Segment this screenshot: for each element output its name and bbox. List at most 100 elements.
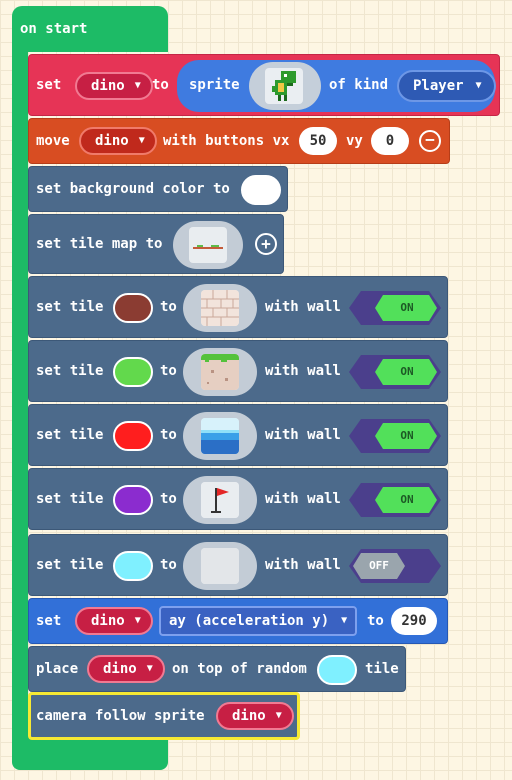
wall-toggle[interactable]: ON	[349, 483, 441, 517]
set-tile-label: set tile	[36, 363, 104, 379]
to-label: to	[160, 427, 177, 443]
set-tile-label: set tile	[36, 427, 104, 443]
on-start-spine	[12, 44, 28, 744]
chevron-down-icon: ▼	[138, 135, 145, 146]
with-wall-label: with wall	[265, 363, 341, 379]
with-wall-label: with wall	[265, 427, 341, 443]
chevron-down-icon: ▼	[341, 615, 348, 626]
set-tile-label: set tile	[36, 491, 104, 507]
wall-toggle[interactable]: OFF	[349, 549, 441, 583]
wall-toggle-state: ON	[400, 365, 414, 378]
set-tile-block[interactable]: set tile to with wall ON	[28, 276, 448, 338]
set-tile-label: set tile	[36, 557, 104, 573]
tile-label: tile	[365, 661, 399, 677]
set-label: set	[36, 613, 62, 629]
move-with-buttons-block[interactable]: move dino ▼ with buttons vx 50 vy 0 −	[28, 118, 450, 164]
vy-label: vy	[346, 133, 363, 149]
to-label: to	[160, 363, 177, 379]
variable-name: dino	[91, 78, 125, 94]
tile-image-icon	[201, 290, 239, 326]
remove-argument-button[interactable]: −	[419, 130, 441, 152]
tile-map-picker[interactable]	[173, 221, 243, 269]
set-tile-block[interactable]: set tile to with wall ON	[28, 404, 448, 466]
place-label: place	[36, 661, 79, 677]
background-color-label: set background color to	[36, 181, 230, 197]
acceleration-value-input[interactable]: 290	[391, 607, 437, 635]
background-color-swatch[interactable]	[241, 175, 281, 205]
tile-map-icon	[189, 227, 227, 263]
wall-toggle-state: ON	[400, 301, 414, 314]
variable-name: dino	[232, 708, 266, 724]
tile-image-picker[interactable]	[183, 476, 257, 524]
chevron-down-icon: ▼	[134, 80, 141, 91]
tile-image-picker[interactable]	[183, 412, 257, 460]
set-acceleration-block[interactable]: set dino ▼ ay (acceleration y) ▼ to 290	[28, 598, 448, 644]
variable-name: dino	[91, 613, 125, 629]
set-background-color-block[interactable]: set background color to	[28, 166, 288, 212]
wall-toggle-state: ON	[400, 493, 414, 506]
tile-color-swatch[interactable]	[113, 485, 153, 515]
sprite-variable-dropdown[interactable]: dino ▼	[75, 72, 153, 100]
move-label: move	[36, 133, 70, 149]
vx-input[interactable]: 50	[299, 127, 337, 155]
sprite-label: sprite	[189, 77, 240, 93]
wall-toggle[interactable]: ON	[349, 419, 441, 453]
property-value: ay (acceleration y)	[169, 613, 330, 629]
accel-variable-dropdown[interactable]: dino ▼	[75, 607, 153, 635]
add-argument-button[interactable]: +	[255, 233, 277, 255]
with-wall-label: with wall	[265, 299, 341, 315]
chevron-down-icon: ▼	[134, 615, 141, 626]
tile-map-label: set tile map to	[36, 236, 163, 252]
chevron-down-icon: ▼	[146, 663, 153, 674]
dino-sprite-icon	[265, 68, 303, 104]
to-label: to	[160, 557, 177, 573]
tile-image-picker[interactable]	[183, 284, 257, 332]
tile-image-icon	[201, 548, 239, 584]
wall-toggle-state: ON	[400, 429, 414, 442]
sprite-create-block[interactable]: sprite of kind Player ▼	[177, 60, 496, 112]
to-label: to	[160, 299, 177, 315]
wall-toggle-state: OFF	[369, 559, 389, 572]
variable-name: dino	[95, 133, 129, 149]
chevron-down-icon: ▼	[475, 80, 482, 91]
kind-dropdown[interactable]: Player ▼	[397, 70, 496, 102]
place-variable-dropdown[interactable]: dino ▼	[87, 655, 165, 683]
with-wall-label: with wall	[265, 557, 341, 573]
to-label: to	[152, 77, 169, 93]
move-variable-dropdown[interactable]: dino ▼	[79, 127, 157, 155]
set-tile-block[interactable]: set tile to with wall OFF	[28, 534, 448, 596]
tile-image-icon	[201, 482, 239, 518]
variable-name: dino	[103, 661, 137, 677]
set-sprite-block[interactable]: set dino ▼ to sprite of kind Player ▼	[28, 54, 500, 116]
tile-color-swatch[interactable]	[113, 551, 153, 581]
tile-color-swatch[interactable]	[113, 421, 153, 451]
tile-image-icon	[201, 418, 239, 454]
wall-toggle[interactable]: ON	[349, 291, 441, 325]
on-top-of-random-label: on top of random	[172, 661, 307, 677]
property-dropdown[interactable]: ay (acceleration y) ▼	[159, 606, 358, 636]
tile-image-picker[interactable]	[183, 542, 257, 590]
with-buttons-vx-label: with buttons vx	[163, 133, 290, 149]
wall-toggle[interactable]: ON	[349, 355, 441, 389]
with-wall-label: with wall	[265, 491, 341, 507]
sprite-image-picker[interactable]	[249, 62, 321, 110]
to-label: to	[367, 613, 384, 629]
set-tile-label: set tile	[36, 299, 104, 315]
set-tile-block[interactable]: set tile to with wall ON	[28, 468, 448, 530]
tile-color-swatch[interactable]	[113, 357, 153, 387]
of-kind-label: of kind	[329, 77, 389, 93]
vy-input[interactable]: 0	[371, 127, 409, 155]
to-label: to	[160, 491, 177, 507]
tile-image-picker[interactable]	[183, 348, 257, 396]
place-tile-color-swatch[interactable]	[317, 655, 357, 685]
tile-image-icon	[201, 354, 239, 390]
camera-follow-label: camera follow sprite	[36, 708, 205, 724]
set-tile-map-block[interactable]: set tile map to +	[28, 214, 284, 274]
camera-follow-block[interactable]: camera follow sprite dino ▼	[28, 692, 300, 740]
place-on-tile-block[interactable]: place dino ▼ on top of random tile	[28, 646, 406, 692]
camera-variable-dropdown[interactable]: dino ▼	[216, 702, 294, 730]
tile-color-swatch[interactable]	[113, 293, 153, 323]
on-start-label: on start	[20, 21, 88, 37]
set-tile-block[interactable]: set tile to with wall ON	[28, 340, 448, 402]
set-label: set	[36, 77, 62, 93]
